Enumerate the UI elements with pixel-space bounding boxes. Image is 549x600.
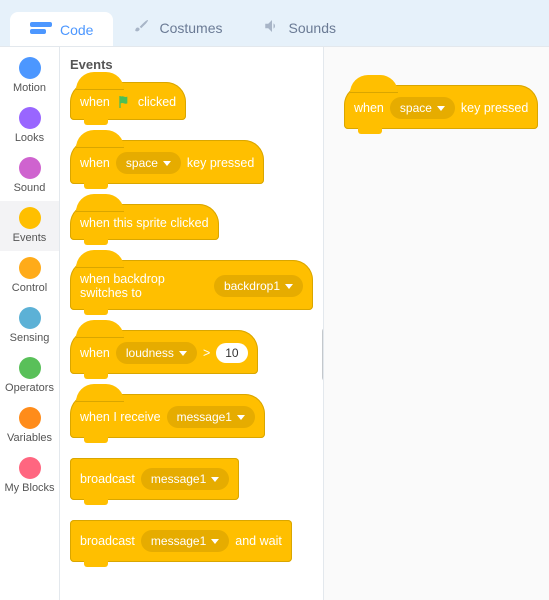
sensing-icon	[19, 307, 41, 329]
category-list: Motion Looks Sound Events Control Sensin…	[0, 46, 60, 600]
block-when-sprite-clicked[interactable]: when this sprite clicked	[70, 204, 219, 240]
chevron-down-icon	[163, 161, 171, 166]
category-operators[interactable]: Operators	[0, 351, 59, 401]
block-when-backdrop-switches[interactable]: when backdrop switches to backdrop1	[70, 260, 313, 310]
category-variables[interactable]: Variables	[0, 401, 59, 451]
green-flag-icon	[116, 94, 132, 110]
category-myblocks[interactable]: My Blocks	[0, 451, 59, 501]
workspace-block-when-key-pressed[interactable]: when space key pressed	[344, 85, 538, 129]
block-when-loudness[interactable]: when loudness > 10	[70, 330, 258, 374]
tab-sounds-label: Sounds	[289, 20, 336, 36]
broadcast-wait-msg-dropdown[interactable]: message1	[141, 530, 229, 552]
tab-costumes-label: Costumes	[159, 20, 222, 36]
key-dropdown[interactable]: space	[116, 152, 181, 174]
block-when-flag-clicked[interactable]: when clicked	[70, 82, 186, 120]
main-area: Motion Looks Sound Events Control Sensin…	[0, 46, 549, 600]
block-palette[interactable]: Events when clicked when space key press…	[60, 46, 324, 600]
loudness-dropdown[interactable]: loudness	[116, 342, 197, 364]
sound-icon	[263, 17, 281, 38]
chevron-down-icon	[437, 106, 445, 111]
broadcast-msg-dropdown[interactable]: message1	[141, 468, 229, 490]
backdrop-dropdown[interactable]: backdrop1	[214, 275, 303, 297]
tab-code-label: Code	[60, 22, 93, 38]
chevron-down-icon	[237, 415, 245, 420]
block-when-key-pressed[interactable]: when space key pressed	[70, 140, 264, 184]
category-sensing[interactable]: Sensing	[0, 301, 59, 351]
brush-icon	[133, 17, 151, 38]
receive-msg-dropdown[interactable]: message1	[167, 406, 255, 428]
sound-dot-icon	[19, 157, 41, 179]
workspace-key-dropdown[interactable]: space	[390, 97, 455, 119]
category-sound[interactable]: Sound	[0, 151, 59, 201]
operators-icon	[19, 357, 41, 379]
control-icon	[19, 257, 41, 279]
motion-icon	[19, 57, 41, 79]
category-events[interactable]: Events	[0, 201, 59, 251]
tab-costumes[interactable]: Costumes	[113, 7, 242, 46]
variables-icon	[19, 407, 41, 429]
tab-code[interactable]: Code	[10, 12, 113, 46]
palette-heading: Events	[70, 57, 313, 72]
block-broadcast[interactable]: broadcast message1	[70, 458, 239, 500]
category-control[interactable]: Control	[0, 251, 59, 301]
category-looks[interactable]: Looks	[0, 101, 59, 151]
loudness-value[interactable]: 10	[216, 343, 247, 363]
chevron-down-icon	[211, 539, 219, 544]
chevron-down-icon	[179, 351, 187, 356]
tab-sounds[interactable]: Sounds	[243, 7, 356, 46]
myblocks-icon	[19, 457, 41, 479]
category-motion[interactable]: Motion	[0, 51, 59, 101]
block-broadcast-wait[interactable]: broadcast message1 and wait	[70, 520, 292, 562]
events-icon	[19, 207, 41, 229]
chevron-down-icon	[211, 477, 219, 482]
looks-icon	[19, 107, 41, 129]
block-when-receive[interactable]: when I receive message1	[70, 394, 265, 438]
chevron-down-icon	[285, 284, 293, 289]
script-workspace[interactable]: when space key pressed	[324, 46, 549, 600]
code-icon	[30, 22, 52, 38]
editor-tabs: Code Costumes Sounds	[0, 0, 549, 46]
